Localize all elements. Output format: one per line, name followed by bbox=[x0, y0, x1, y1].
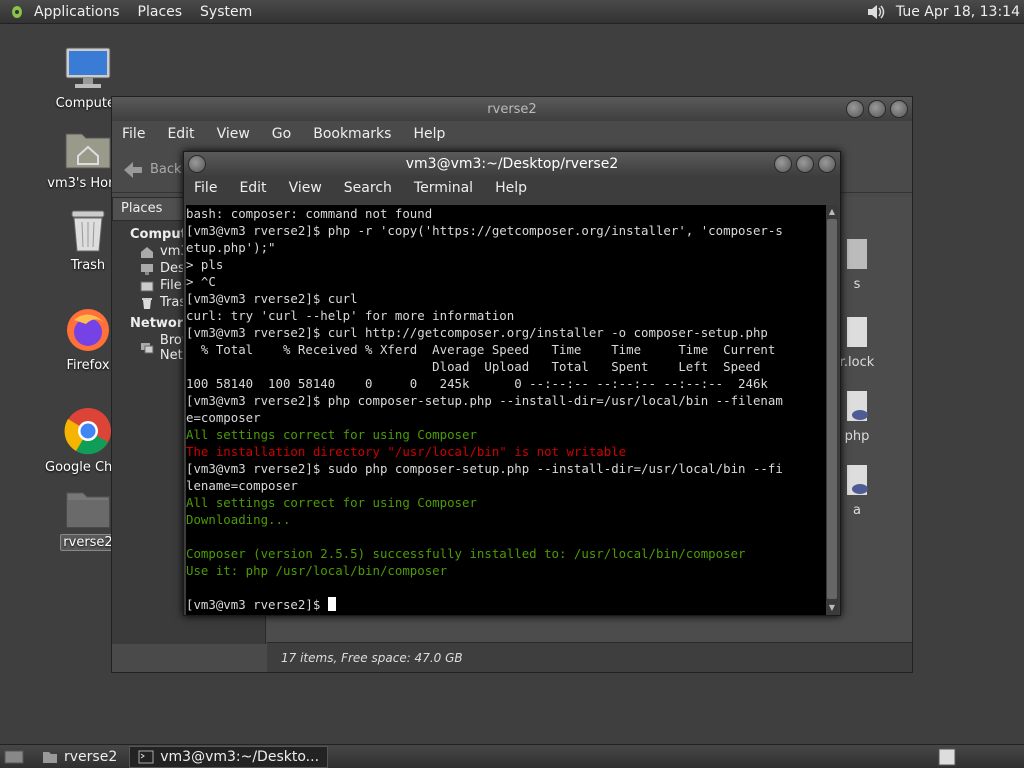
network-icon bbox=[140, 343, 154, 354]
fm-menu-view[interactable]: View bbox=[217, 126, 250, 142]
close-button[interactable] bbox=[890, 100, 908, 118]
places-header[interactable]: Places bbox=[112, 197, 192, 221]
terminal-title: vm3@vm3:~/Desktop/rverse2 bbox=[405, 156, 619, 172]
show-desktop-icon[interactable] bbox=[4, 749, 24, 765]
maximize-button[interactable] bbox=[796, 155, 814, 173]
terminal-menubar: File Edit View Search Terminal Help bbox=[184, 176, 840, 200]
workspace-switcher-icon[interactable] bbox=[938, 748, 956, 766]
taskbar-label: rverse2 bbox=[64, 748, 118, 765]
gnome-foot-icon[interactable] bbox=[10, 5, 24, 19]
php-file-icon bbox=[847, 391, 868, 421]
folder-icon bbox=[43, 751, 57, 763]
fm-menu-go[interactable]: Go bbox=[272, 126, 291, 142]
taskbar-label: vm3@vm3:~/Deskto... bbox=[160, 748, 320, 765]
terminal-line: [vm3@vm3 rverse2]$ bbox=[186, 596, 828, 613]
terminal-cursor bbox=[327, 597, 336, 611]
folder-icon bbox=[66, 492, 110, 528]
terminal-line: > ^C bbox=[186, 274, 216, 289]
term-menu-terminal[interactable]: Terminal bbox=[414, 180, 473, 196]
volume-icon[interactable] bbox=[866, 3, 888, 21]
desktop-icon bbox=[141, 263, 153, 275]
terminal-line: Use it: php /usr/local/bin/composer bbox=[186, 563, 448, 578]
file-icon bbox=[847, 317, 867, 347]
chrome-icon bbox=[64, 408, 111, 455]
desktop-icon-label: rverse2 bbox=[60, 534, 116, 551]
scroll-down-icon[interactable]: ▼ bbox=[827, 603, 837, 613]
fm-menubar: File Edit View Go Bookmarks Help bbox=[112, 121, 912, 147]
terminal-line: [vm3@vm3 rverse2]$ php -r 'copy('https:/… bbox=[186, 223, 783, 238]
fm-menu-bookmarks[interactable]: Bookmarks bbox=[313, 126, 391, 142]
terminal-line: 100 58140 100 58140 0 0 245k 0 --:--:-- … bbox=[186, 376, 768, 391]
window-menu-button[interactable] bbox=[188, 155, 206, 173]
firefox-icon bbox=[67, 309, 109, 351]
terminal-line: [vm3@vm3 rverse2]$ sudo php composer-set… bbox=[186, 461, 783, 476]
home-icon bbox=[141, 246, 153, 258]
term-menu-search[interactable]: Search bbox=[344, 180, 392, 196]
terminal-line: All settings correct for using Composer bbox=[186, 495, 477, 510]
minimize-button[interactable] bbox=[846, 100, 864, 118]
terminal-window: vm3@vm3:~/Desktop/rverse2 File Edit View… bbox=[183, 151, 841, 616]
terminal-line: Composer (version 2.5.5) successfully in… bbox=[186, 546, 746, 561]
minimize-button[interactable] bbox=[774, 155, 792, 173]
fm-menu-help[interactable]: Help bbox=[413, 126, 445, 142]
fm-titlebar[interactable]: rverse2 bbox=[112, 97, 912, 121]
terminal-line: [vm3@vm3 rverse2]$ curl http://getcompos… bbox=[186, 325, 768, 340]
terminal-line: lename=composer bbox=[186, 478, 298, 493]
terminal-line: Dload Upload Total Spent Left Speed bbox=[186, 359, 761, 374]
taskbar-item-terminal[interactable]: vm3@vm3:~/Deskto... bbox=[129, 745, 329, 768]
file-icon bbox=[847, 239, 867, 269]
bottom-panel: rverse2 vm3@vm3:~/Deskto... bbox=[0, 744, 1024, 768]
trash-icon bbox=[71, 210, 105, 252]
applications-menu[interactable]: Applications bbox=[34, 4, 120, 20]
scroll-up-icon[interactable]: ▲ bbox=[827, 207, 837, 217]
clock[interactable]: Tue Apr 18, 13:14 bbox=[896, 4, 1020, 20]
terminal-icon bbox=[138, 750, 154, 763]
terminal-line: % Total % Received % Xferd Average Speed… bbox=[186, 342, 776, 357]
fm-statusbar: 17 items, Free space: 47.0 GB bbox=[267, 642, 912, 672]
fm-menu-edit[interactable]: Edit bbox=[167, 126, 194, 142]
desktop-icon-label: Firefox bbox=[66, 358, 110, 373]
terminal-line: e=composer bbox=[186, 410, 261, 425]
close-button[interactable] bbox=[818, 155, 836, 173]
term-menu-view[interactable]: View bbox=[289, 180, 322, 196]
term-menu-edit[interactable]: Edit bbox=[239, 180, 266, 196]
terminal-line: etup.php');" bbox=[186, 240, 276, 255]
terminal-line: bash: composer: command not found bbox=[186, 206, 433, 221]
terminal-scrollbar[interactable]: ▲ ▼ bbox=[826, 205, 838, 615]
home-folder-icon bbox=[65, 133, 111, 169]
desktop-icon-label: Trash bbox=[70, 258, 106, 273]
taskbar-item-rverse2[interactable]: rverse2 bbox=[34, 746, 125, 768]
term-menu-file[interactable]: File bbox=[194, 180, 217, 196]
terminal-line: curl: try 'curl --help' for more informa… bbox=[186, 308, 515, 323]
places-menu[interactable]: Places bbox=[138, 4, 183, 20]
back-arrow-icon bbox=[124, 161, 142, 178]
drive-icon bbox=[140, 281, 154, 291]
system-menu[interactable]: System bbox=[200, 4, 252, 20]
scroll-thumb[interactable] bbox=[827, 219, 837, 599]
maximize-button[interactable] bbox=[868, 100, 886, 118]
computer-icon bbox=[65, 47, 111, 88]
fm-menu-file[interactable]: File bbox=[122, 126, 145, 142]
php-file-icon bbox=[847, 465, 868, 495]
fm-title: rverse2 bbox=[487, 101, 537, 117]
terminal-output[interactable]: bash: composer: command not found [vm3@vm… bbox=[186, 205, 828, 615]
term-menu-help[interactable]: Help bbox=[495, 180, 527, 196]
terminal-line: > pls bbox=[186, 257, 224, 272]
terminal-line: [vm3@vm3 rverse2]$ php composer-setup.ph… bbox=[186, 393, 783, 408]
terminal-titlebar[interactable]: vm3@vm3:~/Desktop/rverse2 bbox=[184, 152, 840, 176]
terminal-line: [vm3@vm3 rverse2]$ curl bbox=[186, 291, 358, 306]
terminal-line: Downloading... bbox=[186, 512, 291, 527]
terminal-line: All settings correct for using Composer bbox=[186, 427, 477, 442]
terminal-line: The installation directory "/usr/local/b… bbox=[186, 444, 627, 459]
back-label: Back bbox=[150, 162, 182, 177]
top-panel: Applications Places System Tue Apr 18, 1… bbox=[0, 0, 1024, 24]
trash-icon bbox=[142, 297, 152, 309]
back-button[interactable]: Back bbox=[122, 160, 182, 180]
